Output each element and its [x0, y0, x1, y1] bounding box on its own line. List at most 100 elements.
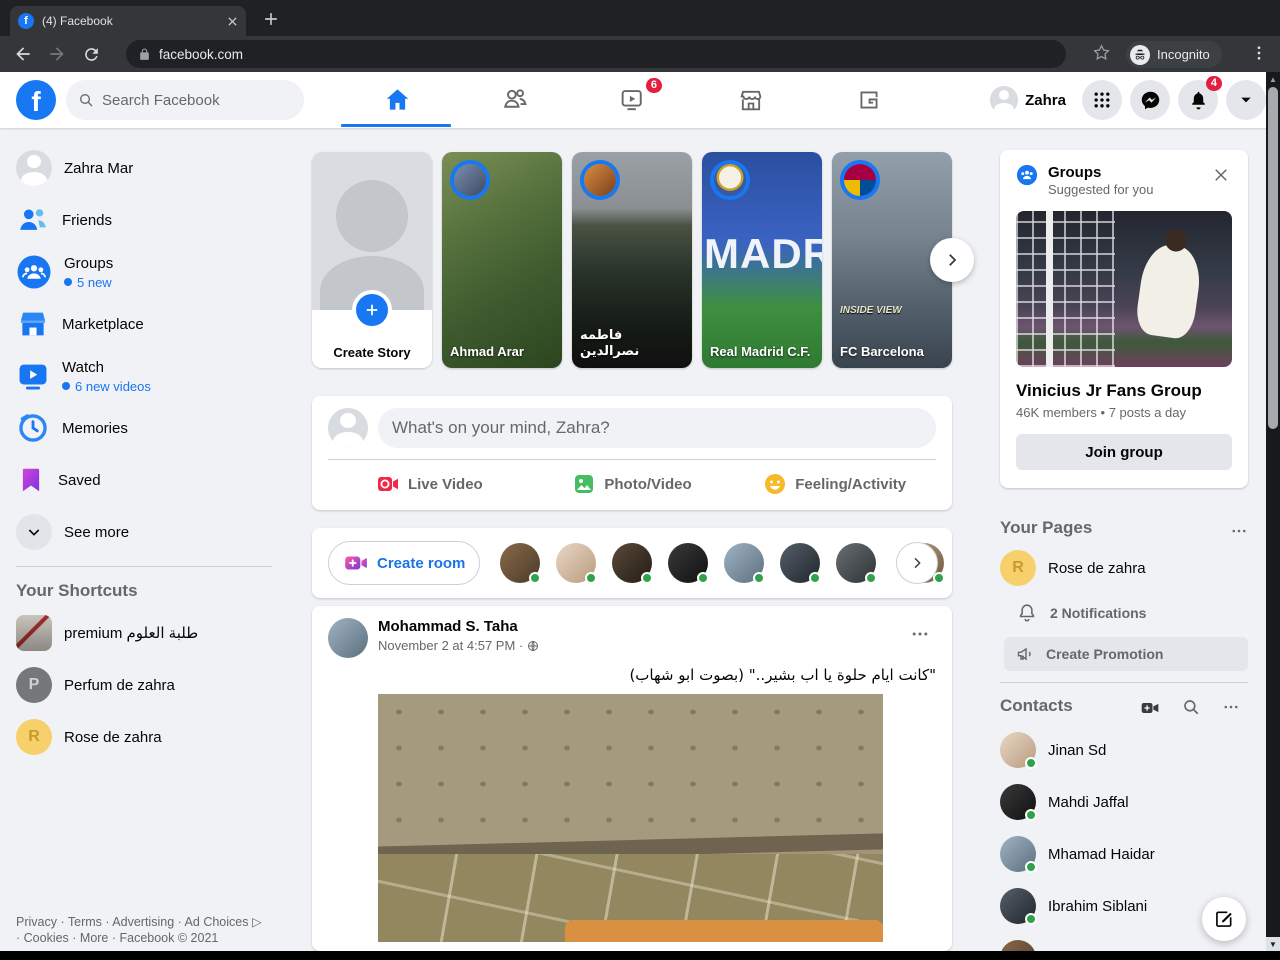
url-bar[interactable]: facebook.com: [126, 40, 1066, 68]
create-story-footer: Create Story: [312, 290, 432, 368]
create-room-button[interactable]: Create room: [328, 541, 481, 585]
notifications-button[interactable]: 4: [1178, 76, 1222, 120]
photo-video-icon: [575, 475, 594, 493]
tab-marketplace[interactable]: [692, 72, 810, 127]
scroll-up-icon[interactable]: ▲: [1266, 72, 1280, 86]
room-avatar[interactable]: [836, 543, 878, 584]
search-input[interactable]: Search Facebook: [66, 80, 304, 120]
sidebar-item-memories[interactable]: Memories: [8, 402, 280, 454]
your-pages-menu-icon[interactable]: [1230, 522, 1248, 540]
story-card[interactable]: MADR Real Madrid C.F.: [702, 152, 822, 368]
room-avatar[interactable]: [780, 543, 822, 584]
sidebar-item-profile[interactable]: Zahra Mar: [8, 142, 280, 194]
goal-post: [1046, 211, 1054, 367]
messenger-button[interactable]: [1130, 80, 1170, 120]
new-tab-button[interactable]: [260, 8, 282, 30]
scrollbar-thumb[interactable]: [1268, 87, 1278, 429]
post-media[interactable]: [378, 694, 883, 942]
menu-grid-button[interactable]: [1082, 80, 1122, 120]
watch-badge: 6: [645, 78, 662, 93]
groups-card-subtitle: Suggested for you: [1048, 182, 1154, 197]
post-author-name[interactable]: Mohammad S. Taha: [378, 618, 539, 635]
feeling-activity-button[interactable]: Feeling/Activity: [733, 466, 936, 502]
browser-tab[interactable]: f (4) Facebook: [10, 6, 246, 36]
story-name: Ahmad Arar: [450, 344, 524, 359]
page-scrollbar[interactable]: ▲ ▼: [1266, 72, 1280, 951]
story-card[interactable]: فاطمه نصرالدين: [572, 152, 692, 368]
tab-watch[interactable]: 6: [574, 72, 692, 127]
page-name: Rose de zahra: [1048, 559, 1146, 577]
story-card[interactable]: Ahmad Arar: [442, 152, 562, 368]
account-menu-button[interactable]: [1226, 80, 1266, 120]
sidebar-item-see-more[interactable]: See more: [8, 506, 280, 558]
contact-row[interactable]: Mahdi Jaffal: [1000, 776, 1248, 828]
post-timestamp[interactable]: November 2 at 4:57 PM ·: [378, 638, 539, 653]
new-room-icon[interactable]: [1140, 698, 1160, 718]
room-avatar[interactable]: [724, 543, 766, 584]
search-contacts-icon[interactable]: [1182, 698, 1200, 718]
room-avatar[interactable]: [556, 543, 598, 584]
footer-links[interactable]: Privacy · Terms · Advertising · Ad Choic…: [16, 914, 266, 946]
room-avatar[interactable]: [668, 543, 710, 584]
facebook-logo[interactable]: f: [16, 80, 56, 120]
page-row[interactable]: R Rose de zahra: [1000, 550, 1146, 586]
tab-close-icon[interactable]: [227, 16, 238, 27]
story-overlay-text: INSIDE VIEW: [840, 305, 902, 316]
contacts-menu-icon[interactable]: [1222, 698, 1240, 718]
browser-menu-icon[interactable]: [1250, 44, 1268, 62]
scroll-down-icon[interactable]: ▼: [1266, 937, 1280, 951]
tab-friends[interactable]: [456, 72, 574, 127]
reload-icon[interactable]: [74, 40, 108, 68]
sidebar-item-marketplace[interactable]: Marketplace: [8, 298, 280, 350]
status-input[interactable]: What's on your mind, Zahra?: [378, 408, 936, 448]
profile-chip[interactable]: Zahra: [990, 86, 1066, 114]
group-cover-image[interactable]: [1016, 211, 1232, 367]
sidebar-item-friends[interactable]: Friends: [8, 194, 280, 246]
contact-row[interactable]: Jinan Sd: [1000, 724, 1248, 776]
tab-gaming[interactable]: [810, 72, 928, 127]
sidebar-item-label: See more: [64, 523, 130, 541]
post-menu-icon[interactable]: [904, 618, 936, 650]
room-avatar[interactable]: [500, 543, 542, 584]
photo-video-button[interactable]: Photo/Video: [531, 466, 734, 502]
main-nav: 6: [338, 72, 930, 127]
create-story-card[interactable]: Create Story: [312, 152, 432, 368]
live-video-button[interactable]: Live Video: [328, 466, 531, 502]
shortcut-item[interactable]: premium طلبة العلوم: [8, 607, 280, 659]
shortcut-item[interactable]: R Rose de zahra: [8, 711, 280, 763]
notifications-badge: 4: [1205, 76, 1222, 91]
online-dot: [585, 572, 598, 584]
back-icon[interactable]: [6, 40, 40, 68]
tab-home[interactable]: [338, 72, 456, 127]
screen-bottom-edge: [0, 951, 1280, 960]
online-dot: [641, 572, 654, 584]
shortcut-item[interactable]: P Perfum de zahra: [8, 659, 280, 711]
close-icon[interactable]: [1210, 164, 1232, 186]
groups-icon: [1016, 164, 1038, 186]
sidebar-item-watch[interactable]: Watch 6 new videos: [8, 350, 280, 402]
groups-icon: [17, 255, 51, 289]
room-avatar[interactable]: [612, 543, 654, 584]
post-author-avatar[interactable]: [328, 618, 368, 658]
sidebar-item-groups[interactable]: Groups 5 new: [8, 246, 280, 298]
composer-avatar[interactable]: [328, 408, 368, 448]
bookmark-star-icon[interactable]: [1092, 43, 1111, 62]
create-promotion-button[interactable]: Create Promotion: [1004, 637, 1248, 671]
rooms-next-button[interactable]: [896, 542, 938, 584]
sidebar-profile-avatar: [16, 150, 52, 186]
group-name[interactable]: Vinicius Jr Fans Group: [1016, 381, 1232, 401]
sidebar-item-saved[interactable]: Saved: [8, 454, 280, 506]
contact-name: Jinan Sd: [1048, 741, 1107, 759]
join-group-button[interactable]: Join group: [1016, 434, 1232, 470]
action-label: Feeling/Activity: [795, 475, 907, 493]
facebook-favicon-icon: f: [18, 13, 34, 29]
chevron-down-icon: [28, 529, 40, 536]
contact-row[interactable]: Mhamad Haidar: [1000, 828, 1248, 880]
new-message-button[interactable]: [1202, 897, 1246, 941]
memories-icon: [19, 414, 47, 442]
stories-next-button[interactable]: [930, 238, 974, 282]
shortcut-initial-avatar: P: [16, 667, 52, 703]
story-author-ring: [710, 160, 750, 200]
page-notifications-row[interactable]: 2 Notifications: [1016, 602, 1146, 624]
forward-icon[interactable]: [40, 40, 74, 68]
